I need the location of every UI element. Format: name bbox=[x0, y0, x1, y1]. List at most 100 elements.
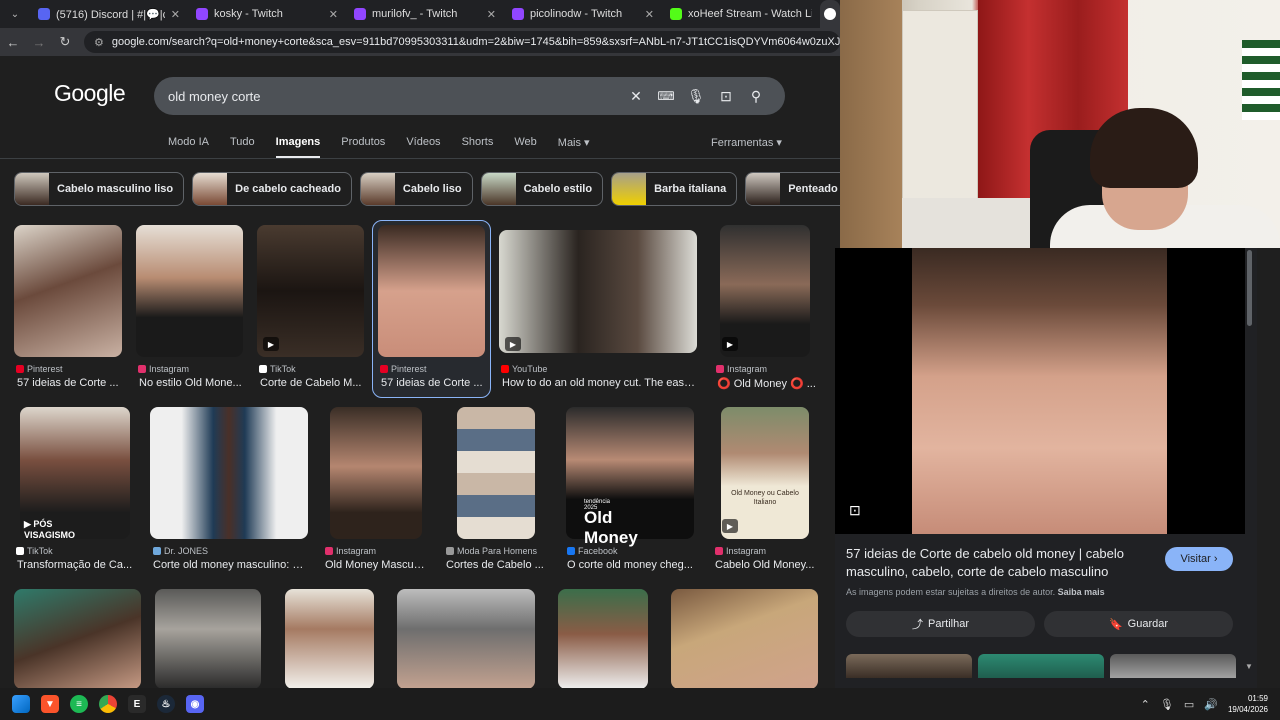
browser-tab[interactable]: picolinodw - Twitch ✕ bbox=[504, 0, 662, 28]
learn-more-link[interactable]: Saiba mais bbox=[1058, 587, 1105, 597]
share-icon: ⤴ bbox=[912, 619, 924, 631]
tab-produtos[interactable]: Produtos bbox=[341, 136, 385, 159]
result-title[interactable]: ⭕ Old Money ⭕ ... bbox=[717, 377, 817, 390]
browser-tab[interactable]: murilofv_ - Twitch ✕ bbox=[346, 0, 504, 28]
result-title[interactable]: 57 ideias de Corte ... bbox=[381, 377, 485, 389]
result-title[interactable]: Corte de Cabelo M... bbox=[260, 377, 364, 389]
chip[interactable]: De cabelo cacheado bbox=[192, 172, 352, 206]
scroll-down-arrow-icon[interactable]: ▼ bbox=[1245, 662, 1253, 671]
chip[interactable]: Cabelo liso bbox=[359, 172, 473, 206]
close-tab-icon[interactable]: ✕ bbox=[171, 8, 180, 21]
source-label: TikTok bbox=[27, 546, 53, 556]
tab-search-button[interactable]: ⌄ bbox=[4, 4, 26, 24]
address-bar[interactable]: ⚙ google.com/search?q=old+money+corte&sc… bbox=[84, 31, 840, 53]
tab-imagens[interactable]: Imagens bbox=[275, 136, 321, 159]
search-box[interactable]: old money corte ✕ ⌨ 🎙 ⊡ ⚲ bbox=[154, 77, 785, 115]
reload-icon[interactable]: ↻ bbox=[58, 34, 72, 50]
spotify-icon[interactable]: ≡ bbox=[70, 695, 88, 713]
result-thumbnail[interactable] bbox=[499, 230, 697, 353]
browser-tab[interactable]: kosky - Twitch ✕ bbox=[188, 0, 346, 28]
clear-icon[interactable]: ✕ bbox=[621, 88, 651, 105]
back-arrow-icon[interactable]: ← bbox=[6, 35, 20, 50]
related-thumbnail[interactable] bbox=[1110, 654, 1236, 678]
browser-tab-active[interactable] bbox=[820, 0, 840, 28]
result-thumbnail[interactable] bbox=[397, 589, 535, 688]
chip[interactable]: Cabelo estilo bbox=[480, 172, 604, 206]
google-logo[interactable]: Google bbox=[54, 80, 126, 107]
tab-web[interactable]: Web bbox=[514, 136, 536, 159]
result-thumbnail[interactable] bbox=[378, 225, 485, 357]
close-tab-icon[interactable]: ✕ bbox=[329, 8, 338, 21]
result-thumbnail[interactable] bbox=[14, 589, 141, 688]
result-thumbnail[interactable] bbox=[14, 225, 122, 357]
result-title[interactable]: No estilo Old Mone... bbox=[139, 377, 243, 389]
lens-search-icon[interactable]: ⊡ bbox=[849, 502, 861, 519]
result-title[interactable]: Cabelo Old Money... bbox=[715, 559, 819, 571]
microphone-icon[interactable]: 🎙 bbox=[681, 88, 711, 105]
chip-thumbnail bbox=[193, 173, 228, 205]
system-tray: ⌃ 🎙 ▭ 🔊 01:59 19/04/2026 bbox=[1141, 688, 1268, 720]
keyboard-icon[interactable]: ⌨ bbox=[651, 89, 681, 103]
related-thumbnail[interactable] bbox=[978, 654, 1104, 678]
tab-tudo[interactable]: Tudo bbox=[230, 136, 255, 159]
preview-title[interactable]: 57 ideias de Corte de cabelo old money |… bbox=[846, 545, 1146, 581]
chip[interactable]: Barba italiana bbox=[611, 172, 738, 206]
tab-shorts[interactable]: Shorts bbox=[462, 136, 494, 159]
panel-scrollbar[interactable] bbox=[1247, 250, 1252, 326]
clock[interactable]: 01:59 19/04/2026 bbox=[1228, 693, 1268, 715]
tab-videos[interactable]: Vídeos bbox=[406, 136, 440, 159]
result-source: TikTok bbox=[16, 546, 53, 556]
chip[interactable]: Penteado bbox=[745, 172, 840, 206]
clock-time: 01:59 bbox=[1247, 694, 1268, 703]
google-favicon-icon bbox=[824, 8, 836, 20]
tab-title: picolinodw - Twitch bbox=[530, 8, 623, 20]
volume-icon[interactable]: 🔊 bbox=[1204, 698, 1218, 711]
network-icon[interactable]: ▭ bbox=[1184, 698, 1194, 711]
close-tab-icon[interactable]: ✕ bbox=[645, 8, 654, 21]
browser-tab[interactable]: xoHeef Stream - Watch Live on bbox=[662, 0, 820, 28]
search-input[interactable]: old money corte bbox=[168, 89, 621, 104]
tab-modo-ia[interactable]: Modo IA bbox=[168, 136, 209, 159]
discord-icon[interactable]: ◉ bbox=[186, 695, 204, 713]
microphone-tray-icon[interactable]: 🎙 bbox=[1160, 698, 1174, 711]
result-title[interactable]: How to do an old money cut. The easy... bbox=[502, 377, 696, 389]
preview-image[interactable] bbox=[912, 248, 1167, 534]
result-title[interactable]: Old Money Masculi... bbox=[325, 559, 425, 571]
related-thumbnail[interactable] bbox=[846, 654, 972, 678]
result-thumbnail[interactable] bbox=[155, 589, 261, 688]
result-thumbnail[interactable] bbox=[558, 589, 648, 688]
result-title[interactable]: 57 ideias de Corte ... bbox=[17, 377, 121, 389]
forward-arrow-icon[interactable]: → bbox=[32, 35, 46, 50]
tools-button[interactable]: Ferramentas ▾ bbox=[711, 136, 782, 149]
result-thumbnail[interactable] bbox=[285, 589, 374, 688]
result-title[interactable]: Transformação de Ca... bbox=[17, 559, 133, 571]
steam-icon[interactable]: ♨ bbox=[157, 695, 175, 713]
visit-button[interactable]: Visitar › bbox=[1165, 547, 1233, 571]
result-thumbnail[interactable] bbox=[136, 225, 243, 357]
save-button[interactable]: 🔖 Guardar bbox=[1044, 611, 1233, 637]
result-title[interactable]: O corte old money cheg... bbox=[567, 559, 695, 571]
result-thumbnail[interactable] bbox=[457, 407, 535, 539]
result-thumbnail[interactable] bbox=[671, 589, 818, 688]
chip[interactable]: Cabelo masculino liso bbox=[14, 172, 185, 206]
windows-start-icon[interactable] bbox=[12, 695, 30, 713]
chip-label: Cabelo estilo bbox=[523, 183, 593, 195]
site-info-icon[interactable]: ⚙ bbox=[94, 36, 104, 49]
tray-overflow-icon[interactable]: ⌃ bbox=[1141, 698, 1150, 711]
result-source: TikTok bbox=[259, 364, 296, 374]
lens-icon[interactable]: ⊡ bbox=[711, 88, 741, 105]
tab-mais[interactable]: Mais ▾ bbox=[558, 136, 590, 159]
chip-label: De cabelo cacheado bbox=[235, 183, 341, 195]
result-title[interactable]: Cortes de Cabelo ... bbox=[446, 559, 546, 571]
result-thumbnail[interactable] bbox=[150, 407, 308, 539]
brave-icon[interactable]: ▼ bbox=[41, 695, 59, 713]
result-thumbnail[interactable] bbox=[330, 407, 422, 539]
close-tab-icon[interactable]: ✕ bbox=[487, 8, 496, 21]
share-button[interactable]: ⤴ Partilhar bbox=[846, 611, 1035, 637]
result-title[interactable]: Corte old money masculino: e... bbox=[153, 559, 307, 571]
epic-games-icon[interactable]: E bbox=[128, 695, 146, 713]
search-icon[interactable]: ⚲ bbox=[741, 88, 771, 105]
chip-label: Cabelo masculino liso bbox=[57, 183, 174, 195]
chrome-icon[interactable] bbox=[99, 695, 117, 713]
browser-tab[interactable]: (5716) Discord | #|💬|chat-geral ✕ bbox=[30, 0, 188, 28]
